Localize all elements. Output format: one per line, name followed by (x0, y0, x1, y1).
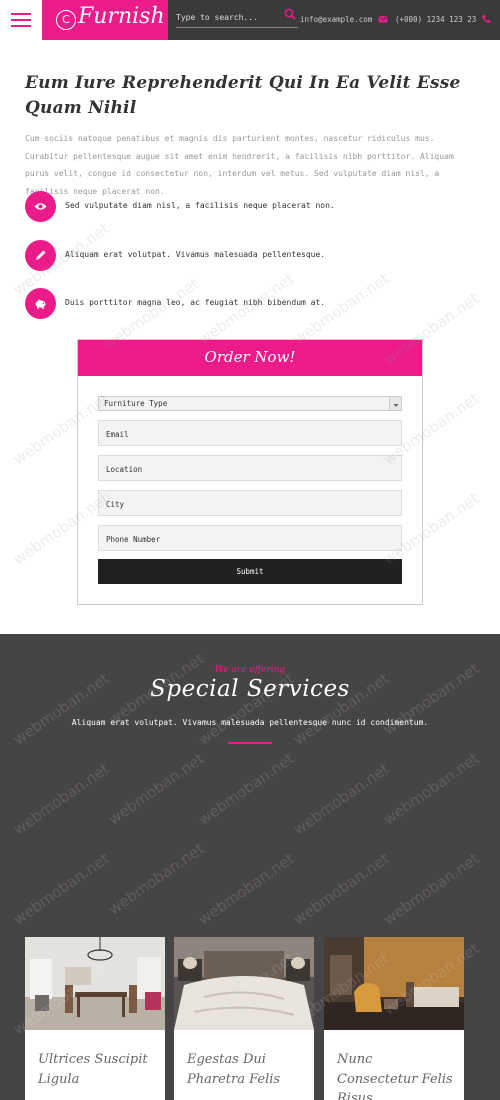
title-divider (228, 742, 272, 744)
select-value: Furniture Type (104, 399, 168, 408)
search-icon[interactable] (284, 8, 296, 20)
submit-button-label: Submit (236, 567, 264, 576)
phone-number-field[interactable]: Phone Number (98, 525, 402, 551)
city-field[interactable]: City (98, 490, 402, 516)
order-form: Order Now! Furniture Type Email Location… (77, 339, 423, 605)
services-eyebrow: We are offering (214, 665, 286, 675)
order-form-title: Order Now! (204, 348, 296, 366)
order-form-header: Order Now! (78, 340, 422, 376)
feature-text: Duis porttitor magna leo, ac feugiat nib… (65, 298, 326, 307)
location-field[interactable]: Location (98, 455, 402, 481)
service-card-title: Nunc Consectetur Felis Risus (337, 1052, 453, 1100)
hamburger-icon-bar (11, 25, 31, 27)
submit-button[interactable]: Submit (98, 559, 402, 584)
email-field-label: Email (106, 430, 129, 439)
eye-icon (34, 203, 47, 210)
special-services-section: We are offering Special Services Aliquam… (0, 634, 500, 1100)
envelope-icon (378, 15, 388, 23)
logo-text: Furnish (78, 4, 165, 29)
location-field-label: Location (106, 465, 143, 474)
phone-icon (482, 15, 491, 23)
services-title: Special Services (150, 676, 350, 702)
city-field-label: City (106, 500, 125, 509)
service-card[interactable]: Nunc Consectetur Felis Risus (324, 937, 464, 1100)
feature-badge (25, 240, 56, 271)
feature-item: Aliquam erat volutpat. Vivamus malesuada… (25, 240, 475, 272)
header-phone[interactable]: (+000) 1234 123 23 (395, 15, 476, 24)
lounge-photo (324, 937, 464, 1030)
service-card-title: Ultrices Suscipit Ligula (38, 1052, 148, 1087)
site-header: C Furnish info@example.com (+000) 1234 1… (0, 0, 500, 40)
service-card[interactable]: Ultrices Suscipit Ligula (25, 937, 165, 1100)
menu-toggle-button[interactable] (0, 0, 42, 40)
feature-text: Sed vulputate diam nisl, a facilisis neq… (65, 201, 335, 210)
hamburger-icon (11, 13, 31, 15)
email-field[interactable]: Email (98, 420, 402, 446)
phone-number-field-label: Phone Number (106, 535, 161, 544)
piggy-bank-icon (35, 298, 46, 309)
service-card-title: Egestas Dui Pharetra Felis (187, 1052, 281, 1087)
chevron-down-icon[interactable] (389, 397, 401, 410)
search-input[interactable] (176, 8, 280, 26)
feature-item: Sed vulputate diam nisl, a facilisis neq… (25, 191, 475, 223)
feature-badge (25, 191, 56, 222)
feature-item: Duis porttitor magna leo, ac feugiat nib… (25, 288, 475, 320)
services-subtitle: Aliquam erat volutpat. Vivamus malesuada… (71, 718, 429, 727)
search-box (176, 6, 298, 28)
dining-room-photo (25, 937, 165, 1030)
furniture-type-select[interactable]: Furniture Type (98, 396, 402, 411)
logo[interactable]: C Furnish (42, 0, 168, 40)
bedroom-photo (174, 937, 314, 1030)
header-email[interactable]: info@example.com (300, 15, 372, 24)
intro-paragraph: Cum sociis natoque penatibus et magnis d… (25, 134, 454, 196)
logo-mark: C (56, 10, 76, 30)
hamburger-icon-bar (11, 19, 31, 21)
service-card[interactable]: Egestas Dui Pharetra Felis (174, 937, 314, 1100)
section-title: Eum Iure Reprehenderit Qui In Ea Velit E… (25, 73, 461, 118)
feature-text: Aliquam erat volutpat. Vivamus malesuada… (65, 250, 326, 259)
feature-badge (25, 288, 56, 319)
pencil-icon (36, 250, 46, 260)
